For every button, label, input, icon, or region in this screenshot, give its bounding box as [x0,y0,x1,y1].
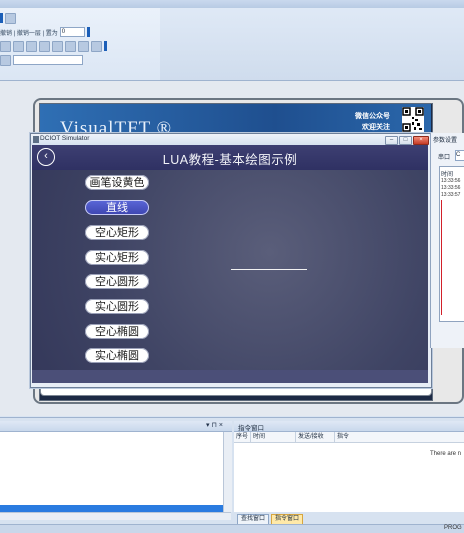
line-button[interactable]: 直线 [85,200,149,215]
wechat-label: 微信公众号 [355,113,390,120]
port-select[interactable]: C [455,150,464,161]
toolbar-row-1 [0,12,16,24]
col-command[interactable]: 指令 [335,432,377,442]
solid-rect-button[interactable]: 实心矩形 [85,250,149,265]
cmd-table-header: 序号 时间 发送/接收 指令 [234,432,464,443]
param-title: 参数设置 [433,138,458,144]
log-time: 13:33:56 [441,178,461,184]
maximize-button[interactable]: □ [399,136,412,145]
grid-icon[interactable] [13,40,24,52]
hmi-title: LUA教程-基本绘图示例 [162,153,298,167]
align-icon[interactable] [0,40,11,52]
status-text: PROG [444,525,462,531]
screen-select[interactable] [13,55,83,65]
hollow-ellipse-button[interactable]: 空心椭圆 [85,324,149,339]
image-icon[interactable] [52,40,63,52]
value-input[interactable]: 0 [59,27,85,37]
log-time: 13:33:57 [441,192,461,198]
toolbar-row-4 [0,54,83,66]
app-icon [33,136,39,143]
log-time-header: 时间 [441,172,454,178]
hollow-rect-button[interactable]: 空心矩形 [85,225,149,240]
panel-controls[interactable]: ▾ ⊓ × [206,421,223,429]
minimize-button[interactable]: – [385,136,398,145]
simulator-title: DCIOT Simulator [40,135,90,142]
paste-icon[interactable] [39,40,50,52]
log-time: 13:33:56 [441,185,461,191]
log-marker [441,200,442,315]
cmd-panel-header [234,421,464,432]
drawn-line [231,269,307,270]
layer-icon[interactable] [0,54,11,66]
ruler-icon[interactable] [91,40,102,52]
link-icon[interactable] [78,40,89,52]
cmd-panel-title: 指令窗口 [238,425,264,432]
port-label: 串口 [438,155,451,161]
set-yellow-pen-button[interactable]: 画笔设黄色 [85,175,149,190]
solid-circle-button[interactable]: 实心圆形 [85,299,149,314]
toolbar-row-3 [0,40,107,52]
left-panel-body[interactable] [0,432,224,512]
horizontal-scrollbar[interactable] [0,512,231,520]
hollow-circle-button[interactable]: 空心圆形 [85,274,149,289]
selected-row[interactable] [0,505,223,512]
simulator-titlebar[interactable] [31,134,429,145]
undo-label[interactable]: 撤销 | 撤销一层 | 置为 [0,28,58,37]
wechat-sublabel: 欢迎关注 [362,124,390,131]
hmi-footer [32,370,428,383]
toolbar-grip[interactable] [86,27,90,37]
qr-code-icon [402,107,424,133]
close-button[interactable]: × [413,136,429,145]
left-panel-header [0,421,232,432]
toolbar-grip[interactable] [104,41,107,51]
ribbon-empty-area [160,8,464,80]
solid-ellipse-button[interactable]: 实心椭圆 [85,348,149,363]
col-index[interactable]: 序号 [234,432,251,442]
col-direction[interactable]: 发送/接收 [296,432,335,442]
cmd-panel-body[interactable] [234,432,464,512]
toolbar-row-2: 撤销 | 撤销一层 | 置为 0 [0,26,90,38]
back-button[interactable]: ‹ [37,148,55,166]
undo-icon[interactable] [5,12,16,24]
pen-icon[interactable] [65,40,76,52]
toolbar-grip[interactable] [0,13,3,23]
copy-icon[interactable] [26,40,37,52]
empty-message: There are n [430,451,462,457]
vertical-scrollbar[interactable] [223,432,232,512]
col-time[interactable]: 时间 [251,432,296,442]
